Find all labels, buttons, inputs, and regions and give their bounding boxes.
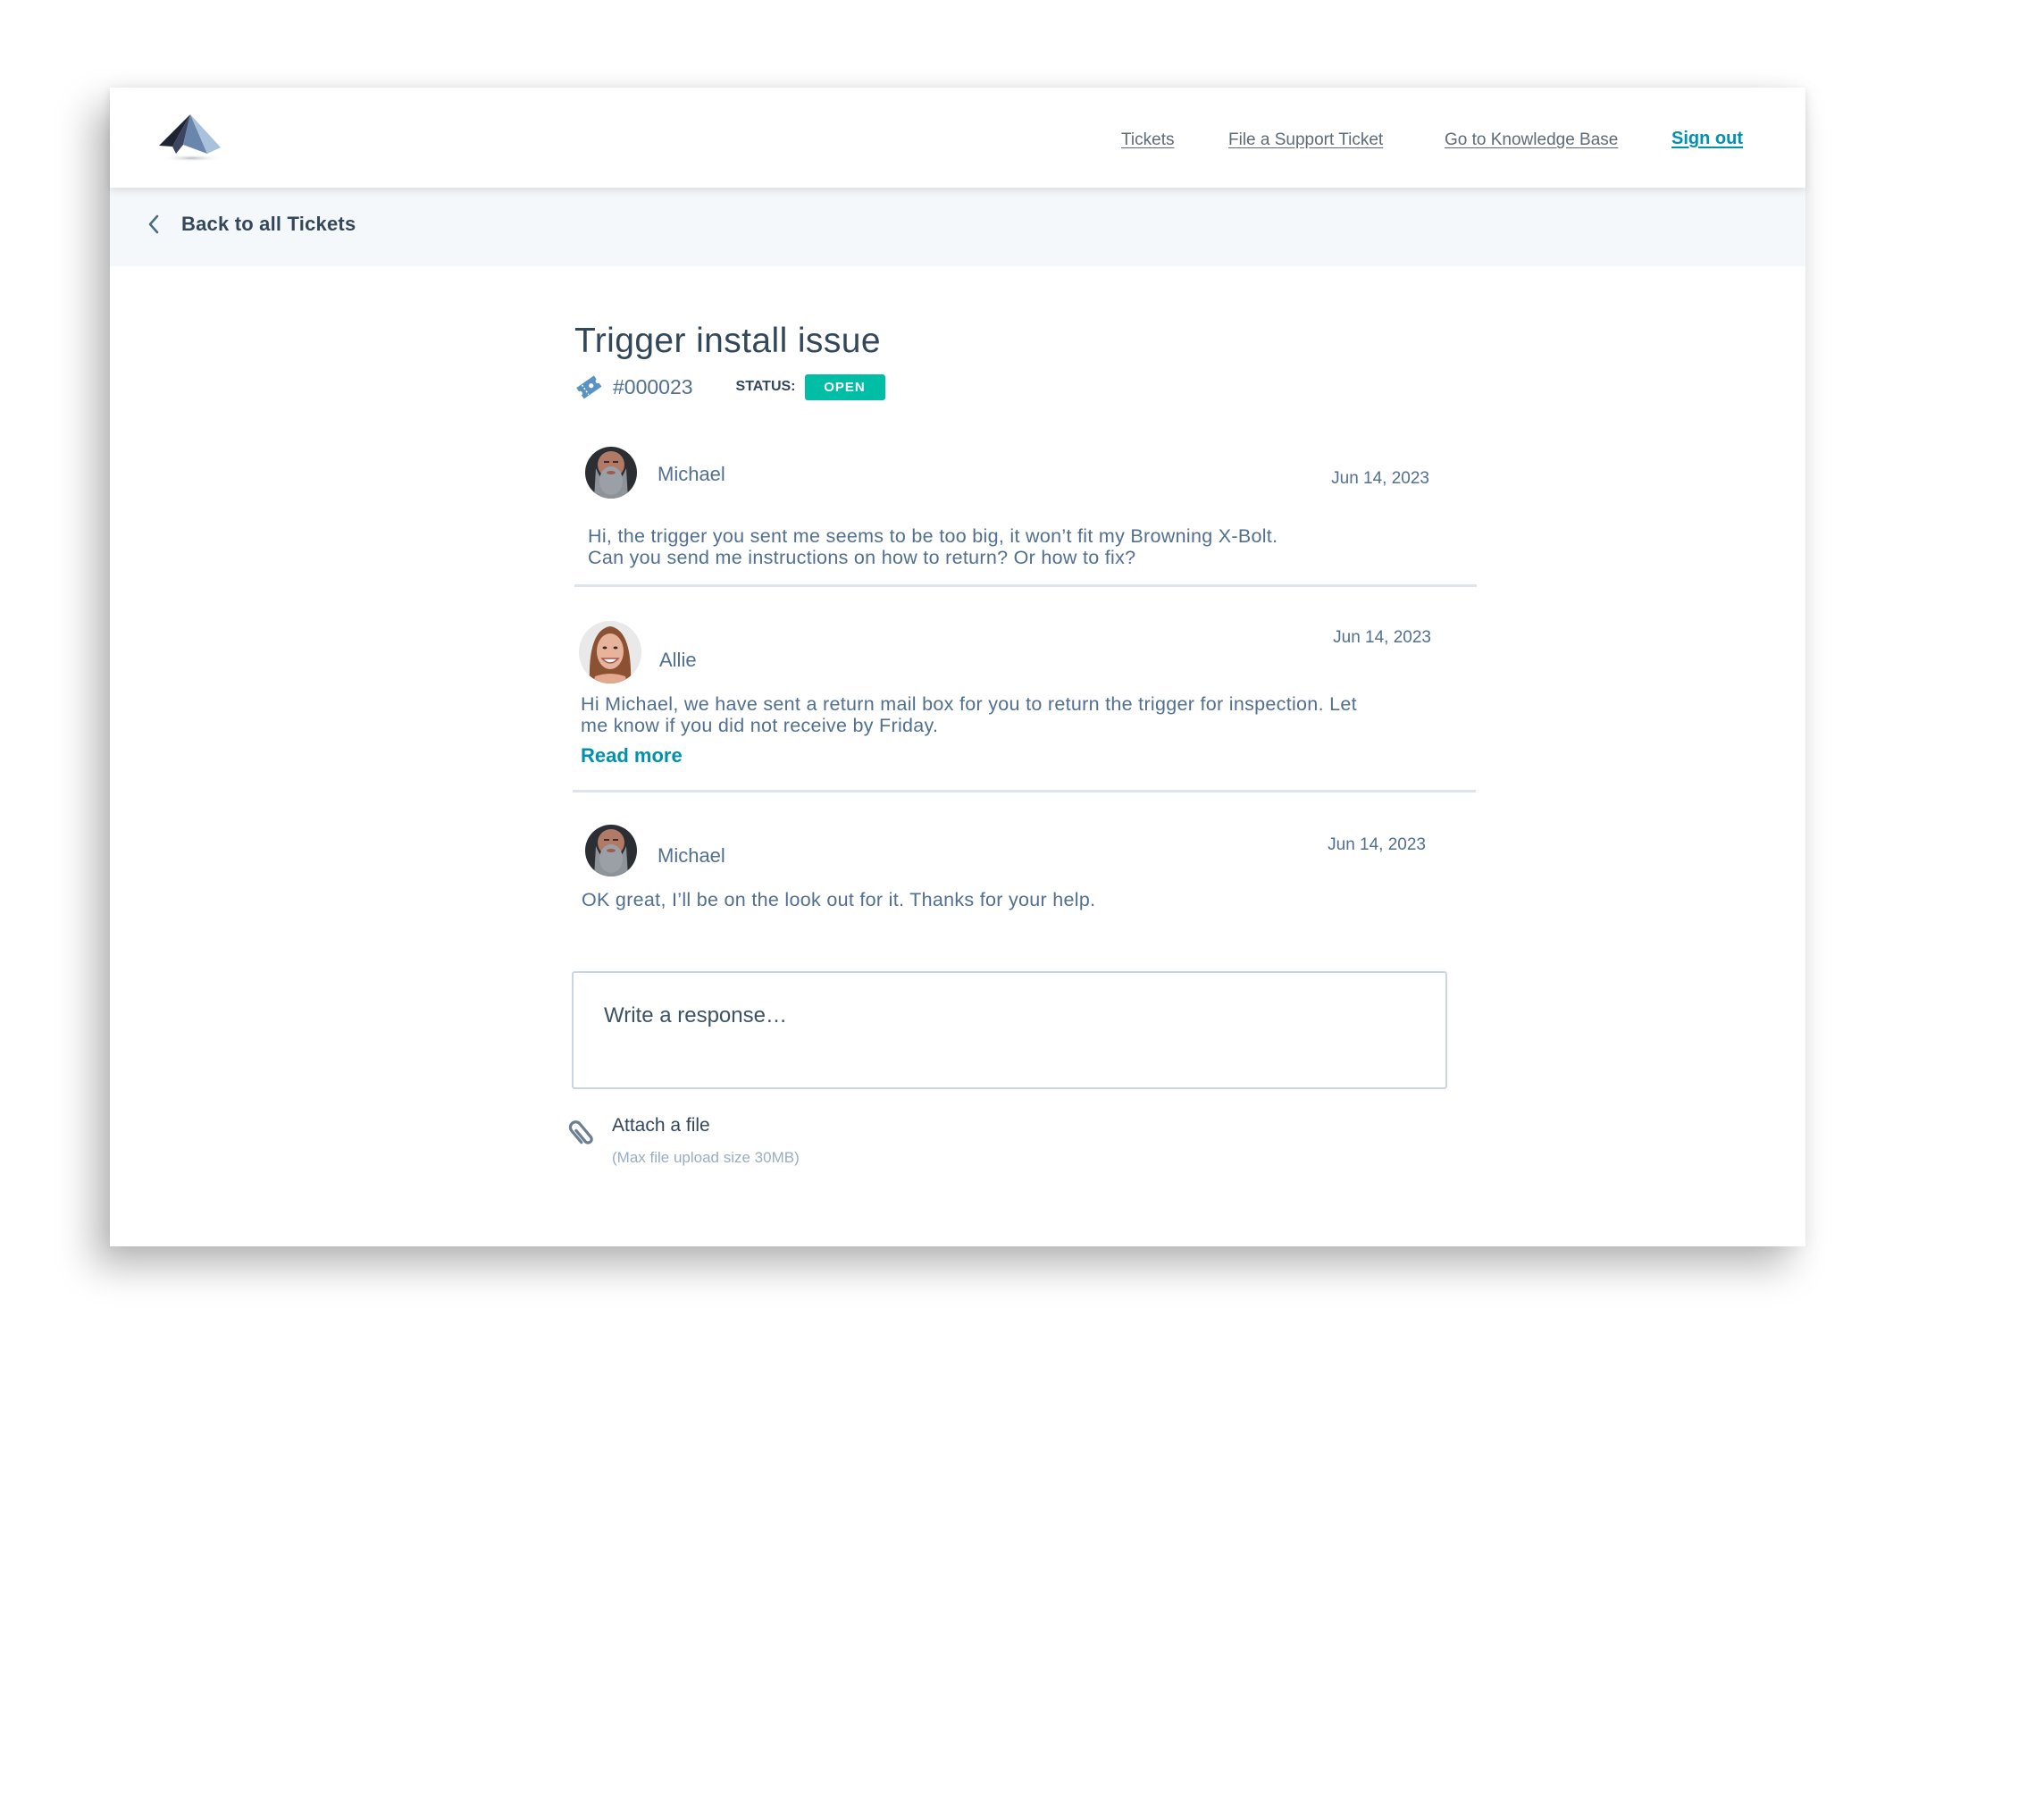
message-line: Can you send me instructions on how to r… [588, 547, 1136, 568]
message-date: Jun 14, 2023 [1331, 469, 1429, 488]
avatar-allie [579, 621, 641, 683]
response-textarea[interactable] [574, 973, 1445, 1087]
paperclip-icon [568, 1120, 593, 1145]
back-link-label: Back to all Tickets [181, 213, 356, 235]
status-badge: OPEN [804, 373, 885, 400]
upload-size-hint: (Max file upload size 30MB) [612, 1149, 800, 1166]
nav-file-support-ticket[interactable]: File a Support Ticket [1228, 130, 1383, 150]
avatar-michael [585, 825, 637, 876]
ticket-title: Trigger install issue [574, 322, 881, 360]
back-bar: Back to all Tickets [110, 188, 1805, 266]
read-more-link[interactable]: Read more [581, 744, 683, 767]
ticket-number: #000023 [613, 374, 693, 398]
top-header: Tickets File a Support Ticket Go to Know… [110, 88, 1805, 188]
ticket-icon [576, 375, 602, 399]
sign-out-link[interactable]: Sign out [1671, 129, 1743, 149]
message-line: Hi, the trigger you sent me seems to be … [588, 525, 1278, 547]
message-author: Michael [658, 844, 725, 867]
message-body: Hi, the trigger you sent me seems to be … [588, 525, 1278, 568]
message-date: Jun 14, 2023 [1333, 628, 1431, 647]
message-line: OK great, I’ll be on the look out for it… [582, 889, 1096, 910]
response-box[interactable] [572, 971, 1447, 1089]
attach-file-label: Attach a file [612, 1115, 710, 1136]
message-divider [574, 584, 1477, 587]
message-date: Jun 14, 2023 [1328, 835, 1426, 854]
chevron-left-icon [148, 214, 159, 234]
back-to-tickets-link[interactable]: Back to all Tickets [146, 213, 356, 236]
status-label: STATUS: [735, 379, 796, 394]
nav-knowledge-base[interactable]: Go to Knowledge Base [1445, 130, 1618, 150]
message-author: Michael [658, 463, 725, 485]
message-divider [573, 790, 1476, 792]
nav-tickets[interactable]: Tickets [1121, 130, 1174, 150]
ticket-meta: #000023 STATUS: OPEN [574, 373, 885, 400]
message-author: Allie [659, 649, 697, 671]
message-line: Hi Michael, we have sent a return mail b… [581, 693, 1357, 715]
message-body: OK great, I’ll be on the look out for it… [582, 889, 1095, 910]
message-line: me know if you did not receive by Friday… [581, 715, 939, 736]
message-body: Hi Michael, we have sent a return mail b… [581, 693, 1357, 736]
mountain-logo[interactable] [156, 111, 228, 164]
support-portal-window: Tickets File a Support Ticket Go to Know… [110, 88, 1805, 1246]
avatar-michael [585, 447, 637, 499]
